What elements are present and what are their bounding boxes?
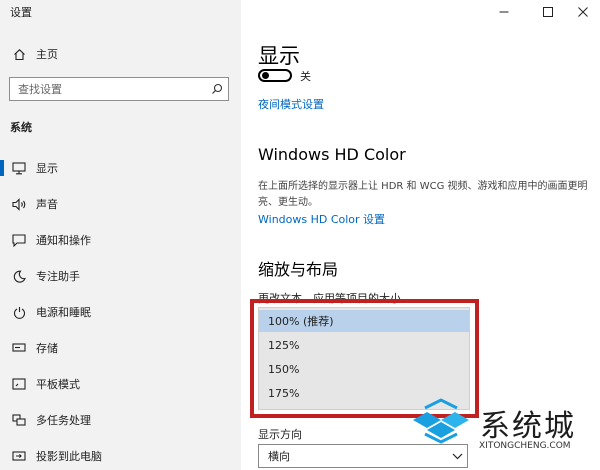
night-light-toggle[interactable]: [258, 69, 292, 82]
notification-icon: [11, 232, 27, 248]
sidebar-item-label: 主页: [36, 48, 58, 61]
sidebar: 设置 主页 查找设置 系统 显示 声音 通知和操作 专注助手 电源和睡眠 存储 …: [0, 0, 241, 470]
sidebar-item-label: 投影到此电脑: [36, 450, 102, 463]
sidebar-item-focus-assist[interactable]: 专注助手: [0, 258, 241, 294]
sidebar-item-label: 存储: [36, 342, 58, 355]
watermark-url: XITONGCHENG.COM: [479, 441, 571, 451]
maximize-button[interactable]: [538, 3, 558, 21]
hdr-settings-link[interactable]: Windows HD Color 设置: [258, 211, 385, 227]
app-title: 设置: [10, 6, 32, 19]
home-icon: [12, 47, 26, 61]
multitask-icon: [11, 412, 27, 428]
close-button[interactable]: [573, 3, 593, 21]
orientation-value: 横向: [268, 450, 290, 463]
hdr-description: 在上面所选择的显示器上让 HDR 和 WCG 视频、游戏和应用中的画面更明亮、更…: [258, 181, 588, 208]
tablet-icon: [11, 376, 27, 392]
minimize-icon: [499, 11, 509, 13]
sidebar-item-label: 显示: [36, 162, 58, 175]
sidebar-item-home[interactable]: 主页: [0, 42, 241, 66]
minimize-button[interactable]: [494, 3, 514, 21]
monitor-icon: [11, 160, 27, 176]
sidebar-item-tablet-mode[interactable]: 平板模式: [0, 366, 241, 402]
orientation-label: 显示方向: [258, 428, 302, 441]
section-label: 系统: [10, 121, 32, 134]
storage-icon: [11, 340, 27, 356]
sidebar-item-sound[interactable]: 声音: [0, 186, 241, 222]
sidebar-item-project-to-pc[interactable]: 投影到此电脑: [0, 438, 241, 470]
maximize-icon: [543, 7, 553, 17]
sidebar-item-label: 多任务处理: [36, 414, 91, 427]
orientation-select[interactable]: 横向: [258, 444, 468, 468]
hdr-heading: Windows HD Color: [258, 145, 406, 164]
sidebar-item-label: 专注助手: [36, 270, 80, 283]
watermark-logo: [405, 398, 477, 444]
project-icon: [11, 448, 27, 464]
night-light-settings-link[interactable]: 夜间模式设置: [258, 96, 324, 112]
chevron-down-icon: [447, 453, 467, 460]
sidebar-item-label: 通知和操作: [36, 234, 91, 247]
toggle-knob: [262, 72, 269, 79]
sidebar-item-notifications[interactable]: 通知和操作: [0, 222, 241, 258]
night-light-state: 关: [300, 70, 311, 83]
speaker-icon: [11, 196, 27, 212]
watermark-text: 系统城: [480, 409, 576, 444]
search-icon[interactable]: [206, 83, 228, 95]
sidebar-item-label: 平板模式: [36, 378, 80, 391]
page-title: 显示: [258, 44, 300, 68]
sidebar-item-label: 电源和睡眠: [36, 306, 91, 319]
search-placeholder: 查找设置: [18, 83, 62, 96]
scale-heading: 缩放与布局: [258, 260, 339, 279]
moon-icon: [11, 268, 27, 284]
search-input[interactable]: 查找设置: [9, 77, 229, 101]
sidebar-item-storage[interactable]: 存储: [0, 330, 241, 366]
sidebar-item-power[interactable]: 电源和睡眠: [0, 294, 241, 330]
sidebar-item-multitasking[interactable]: 多任务处理: [0, 402, 241, 438]
sidebar-item-label: 声音: [36, 198, 58, 211]
close-icon: [578, 7, 588, 17]
sidebar-item-display[interactable]: 显示: [0, 150, 241, 186]
power-icon: [11, 304, 27, 320]
selected-indicator: [0, 160, 4, 176]
